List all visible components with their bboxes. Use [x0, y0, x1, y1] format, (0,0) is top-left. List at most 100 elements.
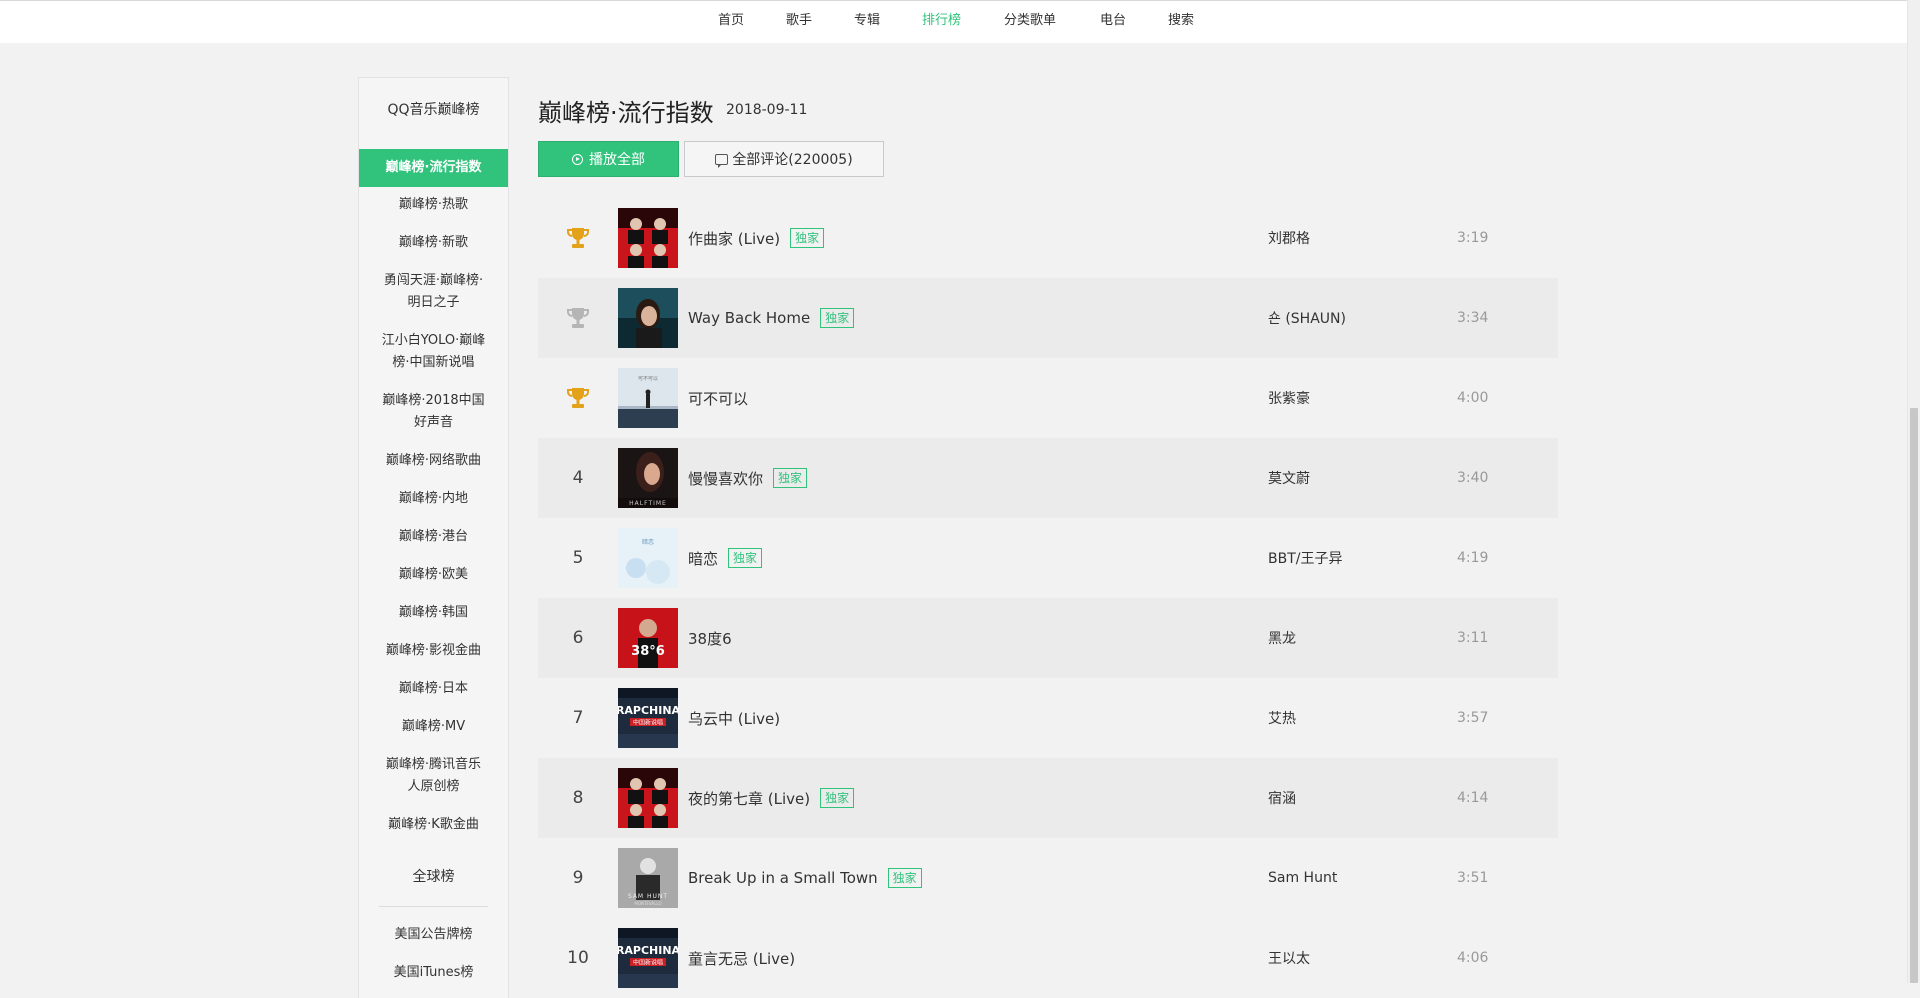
sidebar-item-karaoke[interactable]: 巅峰榜·K歌金曲	[359, 814, 508, 836]
sidebar-item-internet[interactable]: 巅峰榜·网络歌曲	[359, 450, 508, 472]
sidebar-item-yolo-line2[interactable]: 榜·中国新说唱	[359, 352, 508, 374]
exclusive-badge: 独家	[887, 868, 922, 888]
song-row[interactable]: Way Back Home 独家 숀 (SHAUN) 3:34	[538, 278, 1558, 358]
nav-singers[interactable]: 歌手	[786, 9, 812, 28]
page-scrollbar[interactable]	[1907, 0, 1920, 983]
page-title: 巅峰榜·流行指数	[538, 99, 714, 127]
song-title[interactable]: 乌云中 (Live)	[688, 708, 780, 729]
chart-date: 2018-09-11	[726, 102, 808, 118]
svg-text:MONTEVALLO: MONTEVALLO	[634, 901, 661, 906]
sidebar-item-original-line2[interactable]: 人原创榜	[359, 776, 508, 798]
sidebar-item-billboard[interactable]: 美国公告牌榜	[359, 924, 508, 946]
album-cover[interactable]: 38°6	[618, 608, 678, 668]
album-cover[interactable]	[618, 288, 678, 348]
sidebar-item-western[interactable]: 巅峰榜·欧美	[359, 564, 508, 586]
exclusive-badge: 独家	[820, 308, 855, 328]
sidebar-item-japan[interactable]: 巅峰榜·日本	[359, 678, 508, 700]
sidebar-item-hot[interactable]: 巅峰榜·热歌	[359, 194, 508, 216]
chart-sidebar: QQ音乐巅峰榜 巅峰榜·流行指数 巅峰榜·热歌 巅峰榜·新歌 勇闯天涯·巅峰榜·…	[358, 77, 509, 998]
sidebar-item-hk-tw[interactable]: 巅峰榜·港台	[359, 526, 508, 548]
sidebar-item-original-line1[interactable]: 巅峰榜·腾讯音乐	[359, 754, 508, 776]
all-comments-button[interactable]: 全部评论(220005)	[684, 141, 884, 177]
nav-charts[interactable]: 排行榜	[922, 9, 961, 28]
album-cover[interactable]	[618, 208, 678, 268]
all-comments-label: 全部评论(220005)	[732, 152, 853, 168]
song-duration: 4:00	[1457, 390, 1489, 406]
bronze-trophy-icon	[567, 388, 589, 408]
song-duration: 4:14	[1457, 790, 1489, 806]
rank-number: 9	[572, 868, 584, 888]
song-title[interactable]: 作曲家 (Live)	[688, 228, 780, 249]
song-artist[interactable]: Sam Hunt	[1268, 838, 1337, 918]
play-icon	[572, 153, 583, 165]
song-artist[interactable]: BBT/王子异	[1268, 518, 1342, 598]
song-artist[interactable]: 刘郡格	[1268, 198, 1310, 278]
song-artist[interactable]: 王以太	[1268, 918, 1310, 998]
song-row[interactable]: 6 38°6 38度6 黑龙 3:11	[538, 598, 1558, 678]
song-title[interactable]: 暗恋	[688, 548, 718, 569]
sidebar-item-brave-line1[interactable]: 勇闯天涯·巅峰榜·	[359, 270, 508, 292]
song-row[interactable]: 7 RAPCHINA 中国新说唱 乌云中 (Live) 艾热 3:57	[538, 678, 1558, 758]
sidebar-item-pop-index[interactable]: 巅峰榜·流行指数	[359, 149, 508, 187]
song-title[interactable]: 童言无忌 (Live)	[688, 948, 795, 969]
nav-playlists[interactable]: 分类歌单	[1004, 9, 1056, 28]
album-cover[interactable]	[618, 768, 678, 828]
song-artist[interactable]: 莫文蔚	[1268, 438, 1310, 518]
album-cover[interactable]: SAM HUNT MONTEVALLO	[618, 848, 678, 908]
sidebar-item-korea[interactable]: 巅峰榜·韩国	[359, 602, 508, 624]
sidebar-item-brave-line2[interactable]: 明日之子	[359, 292, 508, 314]
svg-text:暗恋: 暗恋	[642, 538, 654, 546]
sidebar-item-voice-line1[interactable]: 巅峰榜·2018中国	[359, 390, 508, 412]
song-duration: 4:19	[1457, 550, 1489, 566]
sidebar-item-yolo-line1[interactable]: 江小白YOLO·巅峰	[359, 330, 508, 352]
song-title[interactable]: Way Back Home	[688, 309, 810, 327]
sidebar-item-itunes[interactable]: 美国iTunes榜	[359, 962, 508, 984]
album-cover[interactable]: RAPCHINA 中国新说唱	[618, 928, 678, 988]
song-duration: 4:06	[1457, 950, 1489, 966]
album-cover[interactable]: 暗恋	[618, 528, 678, 588]
sidebar-item-film[interactable]: 巅峰榜·影视金曲	[359, 640, 508, 662]
play-all-button[interactable]: 播放全部	[538, 141, 679, 177]
exclusive-badge: 独家	[820, 788, 855, 808]
song-title[interactable]: 38度6	[688, 628, 732, 649]
song-name-cell: 暗恋 独家	[688, 518, 763, 598]
song-row[interactable]: 可不可以 可不可以 张紫豪 4:00	[538, 358, 1558, 438]
main-nav: 首页 歌手 专辑 排行榜 分类歌单 电台 搜索	[0, 1, 1920, 43]
rank-number: 5	[572, 548, 584, 568]
nav-albums[interactable]: 专辑	[854, 9, 880, 28]
silver-trophy-icon	[567, 308, 589, 328]
song-row[interactable]: 8 夜的第七章 (Live) 独家 宿涵 4:14	[538, 758, 1558, 838]
song-title[interactable]: 夜的第七章 (Live)	[688, 788, 810, 809]
song-row[interactable]: 10 RAPCHINA 中国新说唱 童言无忌 (Live) 王以太 4:06	[538, 918, 1558, 998]
album-cover[interactable]: HALFTIME	[618, 448, 678, 508]
svg-text:HALFTIME: HALFTIME	[629, 500, 667, 507]
song-row[interactable]: 4 HALFTIME 慢慢喜欢你 独家 莫文蔚 3:40	[538, 438, 1558, 518]
song-row[interactable]: 作曲家 (Live) 独家 刘郡格 3:19	[538, 198, 1558, 278]
song-artist[interactable]: 黑龙	[1268, 598, 1296, 678]
song-artist[interactable]: 张紫豪	[1268, 358, 1310, 438]
scrollbar-thumb[interactable]	[1910, 408, 1918, 983]
song-title[interactable]: 可不可以	[688, 388, 748, 409]
nav-home[interactable]: 首页	[718, 9, 744, 28]
song-artist[interactable]: 艾热	[1268, 678, 1296, 758]
sidebar-item-new[interactable]: 巅峰榜·新歌	[359, 232, 508, 254]
song-row[interactable]: 5 暗恋 暗恋 独家 BBT/王子异 4:19	[538, 518, 1558, 598]
song-name-cell: 38度6	[688, 598, 732, 678]
sidebar-item-mainland[interactable]: 巅峰榜·内地	[359, 488, 508, 510]
song-artist[interactable]: 숀 (SHAUN)	[1268, 278, 1346, 358]
nav-radio[interactable]: 电台	[1100, 9, 1126, 28]
nav-search[interactable]: 搜索	[1168, 9, 1194, 28]
song-title[interactable]: Break Up in a Small Town	[688, 869, 878, 887]
sidebar-item-mv[interactable]: 巅峰榜·MV	[359, 716, 508, 738]
sidebar-item-voice-line2[interactable]: 好声音	[359, 412, 508, 434]
song-name-cell: 童言无忌 (Live)	[688, 918, 795, 998]
rank-number: 10	[567, 948, 589, 968]
song-title[interactable]: 慢慢喜欢你	[688, 468, 763, 489]
sidebar-group-title: QQ音乐巅峰榜	[387, 102, 480, 118]
song-artist[interactable]: 宿涵	[1268, 758, 1296, 838]
album-cover[interactable]: RAPCHINA 中国新说唱	[618, 688, 678, 748]
svg-text:SAM HUNT: SAM HUNT	[628, 893, 668, 900]
song-row[interactable]: 9 SAM HUNT MONTEVALLO Break Up in a Smal…	[538, 838, 1558, 918]
album-cover[interactable]: 可不可以	[618, 368, 678, 428]
exclusive-badge: 独家	[773, 468, 808, 488]
